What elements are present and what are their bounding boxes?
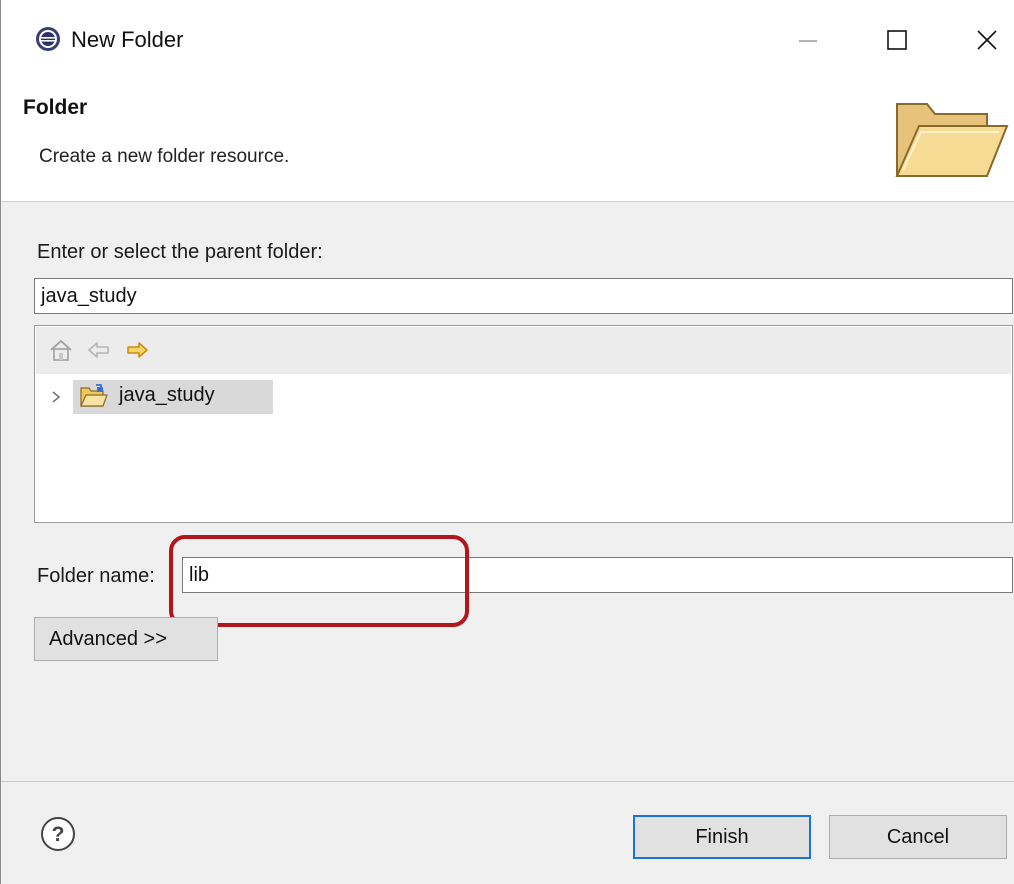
home-icon[interactable]	[48, 337, 74, 363]
parent-folder-input[interactable]: java_study	[34, 278, 1013, 314]
forward-arrow-icon[interactable]	[124, 337, 150, 363]
help-icon[interactable]: ?	[39, 815, 77, 853]
banner-description: Create a new folder resource.	[39, 146, 290, 167]
tree-item-label: java_study	[119, 384, 215, 406]
project-folder-icon	[80, 384, 108, 407]
folder-name-label: Folder name:	[37, 565, 155, 587]
close-icon[interactable]	[967, 20, 1007, 60]
svg-text:?: ?	[52, 823, 65, 846]
folder-tree[interactable]: java_study	[34, 325, 1013, 523]
folder-name-input[interactable]: lib	[182, 557, 1013, 593]
minimize-icon[interactable]	[787, 20, 827, 60]
chevron-right-icon[interactable]	[47, 386, 65, 408]
banner-title: Folder	[23, 96, 88, 119]
window-title: New Folder	[71, 27, 184, 52]
footer-separator	[1, 781, 1014, 782]
parent-folder-label: Enter or select the parent folder:	[37, 241, 323, 263]
back-arrow-icon[interactable]	[86, 337, 112, 363]
open-folder-icon	[895, 103, 1009, 177]
new-folder-dialog: New Folder Folder Create a new folder re…	[0, 0, 1014, 884]
finish-button[interactable]: Finish	[633, 815, 811, 859]
title-bar: New Folder	[1, 0, 1014, 78]
eclipse-icon	[36, 27, 60, 51]
tree-item[interactable]: java_study	[35, 376, 1010, 416]
wizard-banner: Folder Create a new folder resource.	[1, 78, 1014, 202]
advanced-button[interactable]: Advanced >>	[34, 617, 218, 661]
maximize-icon[interactable]	[877, 20, 917, 60]
cancel-button[interactable]: Cancel	[829, 815, 1007, 859]
tree-toolbar	[36, 327, 1011, 374]
